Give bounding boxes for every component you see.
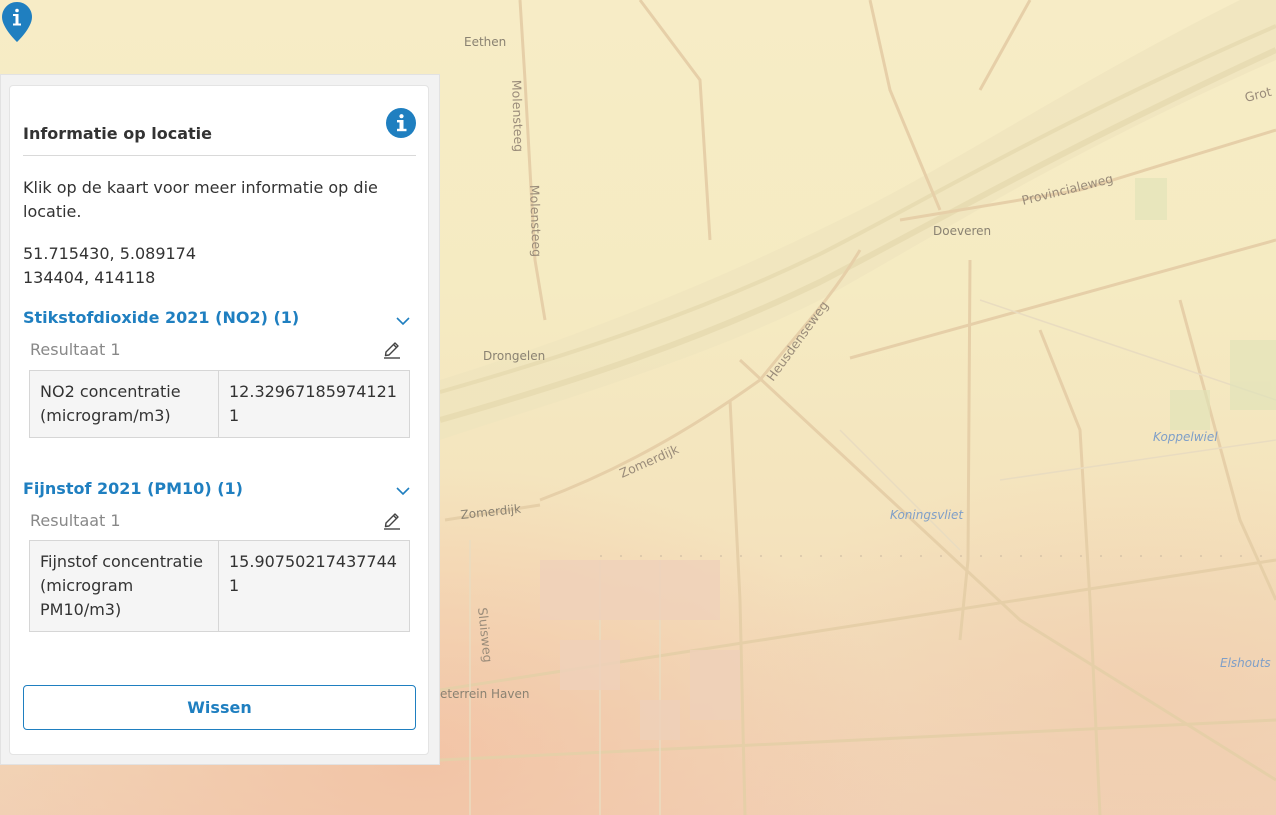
svg-text:Molensteeg: Molensteeg [509, 80, 527, 153]
svg-text:Molensteeg: Molensteeg [527, 185, 545, 258]
section-title-pm10[interactable]: Fijnstof 2021 (PM10) (1) [23, 479, 243, 498]
edit-pencil-icon[interactable] [382, 339, 402, 359]
info-card: Informatie op locatie Klik op de kaart v… [9, 85, 429, 755]
attribute-value: 15.907502174377441 [218, 540, 410, 632]
table-row: Fijnstof concentratie (microgram PM10/m3… [29, 540, 410, 632]
intro-text: Klik op de kaart voor meer informatie op… [23, 178, 378, 221]
svg-text:Grot: Grot [1243, 84, 1273, 105]
svg-text:Eethen: Eethen [464, 35, 506, 49]
result-label-no2: Resultaat 1 [30, 340, 121, 359]
clear-button[interactable]: Wissen [23, 685, 416, 730]
svg-text:Sluisweg: Sluisweg [475, 607, 496, 663]
title-divider [23, 155, 416, 156]
road-molensteeg-1: Molensteeg [509, 80, 527, 153]
svg-text:Drongelen: Drongelen [483, 349, 545, 363]
water-elshout: Elshouts [1220, 656, 1271, 670]
place-eethen: Eethen [464, 35, 506, 49]
svg-text:Koningsvliet: Koningsvliet [890, 508, 964, 522]
edit-pencil-icon[interactable] [382, 510, 402, 530]
road-groot: Grot [1243, 84, 1273, 105]
svg-text:Doeveren: Doeveren [933, 224, 991, 238]
info-panel: Informatie op locatie Klik op de kaart v… [0, 74, 440, 765]
coordinates: 51.715430, 5.089174 134404, 414118 [23, 242, 196, 290]
road-sluisweg: Sluisweg [475, 607, 496, 663]
place-zomerdijk: Zomerdijk [460, 502, 522, 522]
place-bedrijventerrein: eterrein Haven [440, 687, 529, 701]
info-icon[interactable] [386, 108, 416, 138]
chevron-down-icon[interactable] [394, 315, 412, 327]
svg-text:Zomerdijk: Zomerdijk [460, 502, 522, 522]
table-row: NO2 concentratie (microgram/m3) 12.32967… [29, 370, 410, 438]
chevron-down-icon[interactable] [394, 485, 412, 497]
coords-rd: 134404, 414118 [23, 268, 156, 287]
attribute-table-pm10: Fijnstof concentratie (microgram PM10/m3… [29, 540, 410, 632]
info-marker-icon[interactable] [0, 0, 34, 44]
water-koppelwiel: Koppelwiel [1153, 430, 1218, 444]
attribute-key: NO2 concentratie (microgram/m3) [29, 370, 219, 438]
coords-wgs84: 51.715430, 5.089174 [23, 244, 197, 263]
section-title-no2[interactable]: Stikstofdioxide 2021 (NO2) (1) [23, 308, 299, 327]
svg-text:Koppelwiel: Koppelwiel [1153, 430, 1218, 444]
svg-text:eterrein Haven: eterrein Haven [440, 687, 529, 701]
road-molensteeg-2: Molensteeg [527, 185, 545, 258]
attribute-table-no2: NO2 concentratie (microgram/m3) 12.32967… [29, 370, 410, 438]
place-drongelen: Drongelen [483, 349, 545, 363]
svg-text:Elshouts: Elshouts [1220, 656, 1271, 670]
result-label-pm10: Resultaat 1 [30, 511, 121, 530]
place-doeveren: Doeveren [933, 224, 991, 238]
panel-title: Informatie op locatie [23, 124, 212, 143]
attribute-value: 12.329671859741211 [218, 370, 410, 438]
water-koningsvliet: Koningsvliet [890, 508, 964, 522]
attribute-key: Fijnstof concentratie (microgram PM10/m3… [29, 540, 219, 632]
